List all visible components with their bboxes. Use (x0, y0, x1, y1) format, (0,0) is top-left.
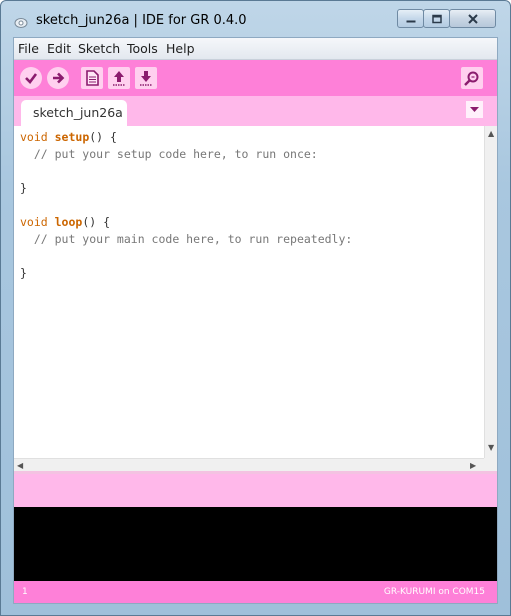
line-number: 1 (22, 587, 28, 597)
menu-file[interactable]: File (18, 41, 39, 56)
code-comment: // put your main code here, to run repea… (20, 232, 353, 246)
code-function-name: loop (54, 215, 83, 229)
title-bar[interactable]: sketch_jun26a | IDE for GR 0.4.0 (1, 1, 510, 37)
menu-edit[interactable]: Edit (47, 41, 71, 56)
maximize-button[interactable] (423, 9, 450, 28)
code-text: } (20, 181, 27, 195)
code-text: void setup() { // put your setup code he… (20, 129, 352, 282)
scrollbar-corner (484, 458, 497, 471)
serial-monitor-icon (464, 71, 479, 86)
triangle-down-icon (470, 107, 479, 112)
code-keyword: void (20, 215, 55, 229)
verify-icon (25, 73, 38, 84)
tab-sketch[interactable]: sketch_jun26a (21, 100, 127, 126)
code-line: void setup() { (20, 129, 352, 146)
window-title: sketch_jun26a | IDE for GR 0.4.0 (36, 13, 247, 28)
save-down-arrow-icon (140, 71, 152, 86)
code-line: // put your main code here, to run repea… (20, 231, 353, 248)
serial-monitor-button[interactable] (461, 67, 483, 89)
menu-help[interactable]: Help (166, 41, 195, 56)
horizontal-scrollbar[interactable]: ◀ ▶ (14, 458, 484, 472)
menu-tools[interactable]: Tools (127, 41, 158, 56)
code-line: void loop() { (20, 214, 352, 231)
client-area: File Edit Sketch Tools Help sketch_jun26… (13, 37, 498, 604)
scroll-left-icon[interactable]: ◀ (17, 462, 23, 470)
open-button[interactable] (108, 67, 130, 89)
ide-window: sketch_jun26a | IDE for GR 0.4.0 File Ed… (0, 0, 511, 616)
scroll-right-icon[interactable]: ▶ (470, 462, 476, 470)
tab-menu-button[interactable] (466, 101, 483, 118)
code-line: } (20, 265, 352, 282)
code-keyword: void (20, 130, 55, 144)
tab-label: sketch_jun26a (33, 105, 123, 120)
upload-arrow-icon (53, 72, 65, 84)
new-document-icon (86, 70, 99, 86)
code-text: } (20, 266, 27, 280)
close-button[interactable] (449, 9, 496, 28)
code-line: } (20, 180, 352, 197)
open-up-arrow-icon (113, 71, 125, 86)
status-bar: 1 GR-KURUMI on COM15 (14, 581, 497, 603)
toolbar (14, 60, 497, 96)
upload-button[interactable] (47, 67, 69, 89)
menu-sketch[interactable]: Sketch (78, 41, 120, 56)
vertical-scrollbar[interactable]: ▲ ▼ (484, 126, 497, 458)
code-editor[interactable]: void setup() { // put your setup code he… (14, 126, 497, 470)
console-output[interactable] (14, 507, 497, 581)
minimize-button[interactable] (397, 9, 424, 28)
scroll-down-icon[interactable]: ▼ (488, 444, 494, 452)
code-comment: // put your setup code here, to run once… (20, 147, 318, 161)
code-text-rest: () { (89, 130, 117, 144)
menu-bar: File Edit Sketch Tools Help (14, 38, 497, 60)
app-icon (14, 15, 28, 29)
verify-button[interactable] (20, 67, 42, 89)
new-button[interactable] (81, 67, 103, 89)
tab-bar: sketch_jun26a (14, 96, 497, 126)
code-function-name: setup (54, 130, 90, 144)
scroll-up-icon[interactable]: ▲ (488, 130, 494, 138)
board-port: GR-KURUMI on COM15 (383, 587, 485, 597)
code-text-rest: () { (82, 215, 111, 229)
code-line: // put your setup code here, to run once… (20, 146, 352, 163)
message-area (14, 474, 497, 507)
save-button[interactable] (135, 67, 157, 89)
